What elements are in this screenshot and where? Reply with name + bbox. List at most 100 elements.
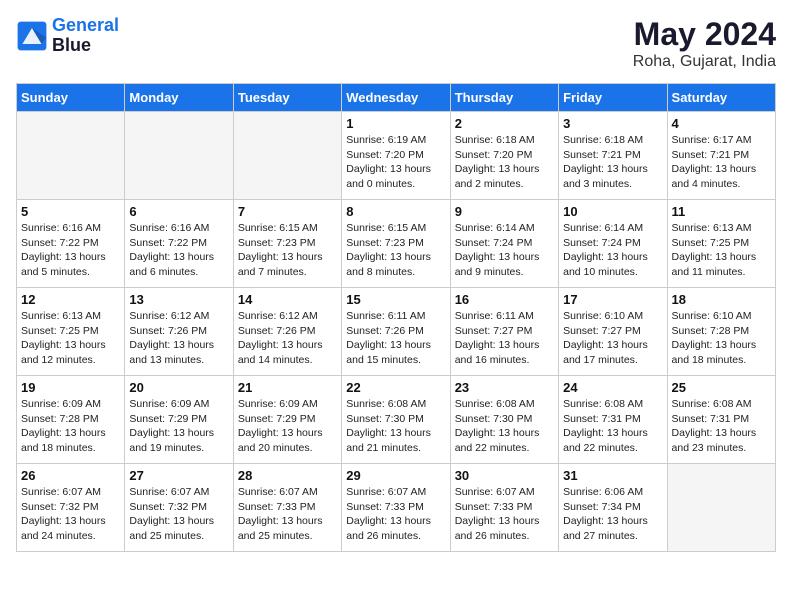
day-number: 9 (455, 204, 554, 219)
day-info: Sunrise: 6:09 AM Sunset: 7:28 PM Dayligh… (21, 397, 120, 456)
weekday-header: Wednesday (342, 84, 450, 112)
calendar-cell: 29 Sunrise: 6:07 AM Sunset: 7:33 PM Dayli… (342, 464, 450, 552)
calendar-cell: 24 Sunrise: 6:08 AM Sunset: 7:31 PM Dayli… (559, 376, 667, 464)
day-info: Sunrise: 6:15 AM Sunset: 7:23 PM Dayligh… (346, 221, 445, 280)
calendar-cell (233, 112, 341, 200)
day-info: Sunrise: 6:13 AM Sunset: 7:25 PM Dayligh… (21, 309, 120, 368)
day-info: Sunrise: 6:11 AM Sunset: 7:27 PM Dayligh… (455, 309, 554, 368)
calendar-cell (667, 464, 775, 552)
day-number: 1 (346, 116, 445, 131)
day-number: 5 (21, 204, 120, 219)
logo-icon (16, 20, 48, 52)
day-info: Sunrise: 6:18 AM Sunset: 7:20 PM Dayligh… (455, 133, 554, 192)
calendar-cell: 17 Sunrise: 6:10 AM Sunset: 7:27 PM Dayli… (559, 288, 667, 376)
day-number: 10 (563, 204, 662, 219)
calendar-cell: 8 Sunrise: 6:15 AM Sunset: 7:23 PM Daylig… (342, 200, 450, 288)
day-info: Sunrise: 6:17 AM Sunset: 7:21 PM Dayligh… (672, 133, 771, 192)
calendar-cell: 3Sunrise: 6:18 AM Sunset: 7:21 PM Daylig… (559, 112, 667, 200)
calendar-cell: 6 Sunrise: 6:16 AM Sunset: 7:22 PM Daylig… (125, 200, 233, 288)
day-info: Sunrise: 6:08 AM Sunset: 7:31 PM Dayligh… (563, 397, 662, 456)
day-number: 21 (238, 380, 337, 395)
day-number: 17 (563, 292, 662, 307)
day-number: 23 (455, 380, 554, 395)
day-number: 12 (21, 292, 120, 307)
day-info: Sunrise: 6:07 AM Sunset: 7:33 PM Dayligh… (238, 485, 337, 544)
day-info: Sunrise: 6:09 AM Sunset: 7:29 PM Dayligh… (129, 397, 228, 456)
day-info: Sunrise: 6:08 AM Sunset: 7:30 PM Dayligh… (346, 397, 445, 456)
calendar-cell: 26 Sunrise: 6:07 AM Sunset: 7:32 PM Dayli… (17, 464, 125, 552)
day-number: 13 (129, 292, 228, 307)
calendar-cell: 9 Sunrise: 6:14 AM Sunset: 7:24 PM Daylig… (450, 200, 558, 288)
day-info: Sunrise: 6:10 AM Sunset: 7:27 PM Dayligh… (563, 309, 662, 368)
day-info: Sunrise: 6:07 AM Sunset: 7:32 PM Dayligh… (129, 485, 228, 544)
weekday-header: Thursday (450, 84, 558, 112)
day-number: 19 (21, 380, 120, 395)
calendar-cell: 1 Sunrise: 6:19 AM Sunset: 7:20 PM Daylig… (342, 112, 450, 200)
calendar-cell: 28 Sunrise: 6:07 AM Sunset: 7:33 PM Dayli… (233, 464, 341, 552)
day-info: Sunrise: 6:15 AM Sunset: 7:23 PM Dayligh… (238, 221, 337, 280)
day-info: Sunrise: 6:14 AM Sunset: 7:24 PM Dayligh… (563, 221, 662, 280)
calendar-cell: 4 Sunrise: 6:17 AM Sunset: 7:21 PM Daylig… (667, 112, 775, 200)
day-info: Sunrise: 6:08 AM Sunset: 7:30 PM Dayligh… (455, 397, 554, 456)
day-info: Sunrise: 6:16 AM Sunset: 7:22 PM Dayligh… (21, 221, 120, 280)
day-info: Sunrise: 6:13 AM Sunset: 7:25 PM Dayligh… (672, 221, 771, 280)
day-info: Sunrise: 6:12 AM Sunset: 7:26 PM Dayligh… (129, 309, 228, 368)
day-number: 26 (21, 468, 120, 483)
weekday-header-row: SundayMondayTuesdayWednesdayThursdayFrid… (17, 84, 776, 112)
calendar-cell: 16 Sunrise: 6:11 AM Sunset: 7:27 PM Dayli… (450, 288, 558, 376)
calendar-week-row: 1 Sunrise: 6:19 AM Sunset: 7:20 PM Daylig… (17, 112, 776, 200)
day-info: Sunrise: 6:07 AM Sunset: 7:32 PM Dayligh… (21, 485, 120, 544)
day-info: Sunrise: 6:09 AM Sunset: 7:29 PM Dayligh… (238, 397, 337, 456)
day-number: 6 (129, 204, 228, 219)
logo: General Blue (16, 16, 119, 56)
day-info: Sunrise: 6:07 AM Sunset: 7:33 PM Dayligh… (346, 485, 445, 544)
day-info: Sunrise: 6:07 AM Sunset: 7:33 PM Dayligh… (455, 485, 554, 544)
location: Roha, Gujarat, India (633, 53, 776, 71)
day-info: Sunrise: 6:14 AM Sunset: 7:24 PM Dayligh… (455, 221, 554, 280)
page-header: General Blue May 2024 Roha, Gujarat, Ind… (16, 16, 776, 71)
calendar-cell: 11Sunrise: 6:13 AM Sunset: 7:25 PM Dayli… (667, 200, 775, 288)
calendar-cell: 7 Sunrise: 6:15 AM Sunset: 7:23 PM Daylig… (233, 200, 341, 288)
day-number: 31 (563, 468, 662, 483)
day-number: 22 (346, 380, 445, 395)
day-number: 7 (238, 204, 337, 219)
day-number: 16 (455, 292, 554, 307)
weekday-header: Saturday (667, 84, 775, 112)
day-number: 2 (455, 116, 554, 131)
calendar-cell: 14Sunrise: 6:12 AM Sunset: 7:26 PM Dayli… (233, 288, 341, 376)
day-info: Sunrise: 6:12 AM Sunset: 7:26 PM Dayligh… (238, 309, 337, 368)
day-info: Sunrise: 6:10 AM Sunset: 7:28 PM Dayligh… (672, 309, 771, 368)
day-info: Sunrise: 6:19 AM Sunset: 7:20 PM Dayligh… (346, 133, 445, 192)
calendar-cell: 5 Sunrise: 6:16 AM Sunset: 7:22 PM Daylig… (17, 200, 125, 288)
day-number: 30 (455, 468, 554, 483)
calendar-cell (125, 112, 233, 200)
day-number: 3 (563, 116, 662, 131)
calendar-week-row: 26 Sunrise: 6:07 AM Sunset: 7:32 PM Dayli… (17, 464, 776, 552)
day-info: Sunrise: 6:06 AM Sunset: 7:34 PM Dayligh… (563, 485, 662, 544)
title-block: May 2024 Roha, Gujarat, India (633, 16, 776, 71)
day-number: 28 (238, 468, 337, 483)
calendar-table: SundayMondayTuesdayWednesdayThursdayFrid… (16, 83, 776, 552)
day-info: Sunrise: 6:16 AM Sunset: 7:22 PM Dayligh… (129, 221, 228, 280)
day-number: 24 (563, 380, 662, 395)
calendar-cell: 21 Sunrise: 6:09 AM Sunset: 7:29 PM Dayli… (233, 376, 341, 464)
day-number: 29 (346, 468, 445, 483)
weekday-header: Tuesday (233, 84, 341, 112)
calendar-cell (17, 112, 125, 200)
calendar-cell: 13 Sunrise: 6:12 AM Sunset: 7:26 PM Dayli… (125, 288, 233, 376)
calendar-cell: 20 Sunrise: 6:09 AM Sunset: 7:29 PM Dayli… (125, 376, 233, 464)
day-number: 4 (672, 116, 771, 131)
day-info: Sunrise: 6:11 AM Sunset: 7:26 PM Dayligh… (346, 309, 445, 368)
calendar-cell: 2 Sunrise: 6:18 AM Sunset: 7:20 PM Daylig… (450, 112, 558, 200)
day-number: 20 (129, 380, 228, 395)
weekday-header: Monday (125, 84, 233, 112)
calendar-cell: 12 Sunrise: 6:13 AM Sunset: 7:25 PM Dayli… (17, 288, 125, 376)
calendar-week-row: 19 Sunrise: 6:09 AM Sunset: 7:28 PM Dayli… (17, 376, 776, 464)
calendar-cell: 30 Sunrise: 6:07 AM Sunset: 7:33 PM Dayli… (450, 464, 558, 552)
day-number: 8 (346, 204, 445, 219)
weekday-header: Sunday (17, 84, 125, 112)
day-number: 27 (129, 468, 228, 483)
calendar-cell: 23 Sunrise: 6:08 AM Sunset: 7:30 PM Dayli… (450, 376, 558, 464)
day-number: 25 (672, 380, 771, 395)
calendar-cell: 18Sunrise: 6:10 AM Sunset: 7:28 PM Dayli… (667, 288, 775, 376)
